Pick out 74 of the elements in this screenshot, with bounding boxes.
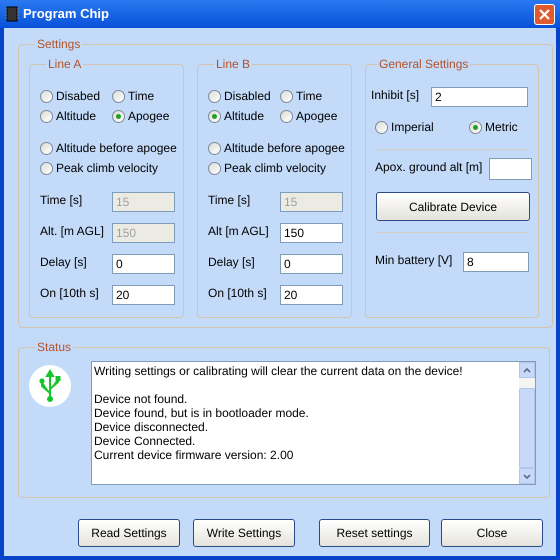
usb-icon <box>29 365 71 407</box>
radio-button[interactable] <box>112 90 125 102</box>
radio-label: Apogee <box>296 108 338 125</box>
text-field[interactable]: 2 <box>431 87 528 107</box>
radio-button[interactable] <box>208 142 221 154</box>
dialog-button[interactable]: Read Settings <box>78 519 180 547</box>
field-label: Alt. [m AGL] <box>40 223 106 240</box>
field-label: Inhibit [s] <box>371 87 420 104</box>
field-label: Delay [s] <box>40 254 88 271</box>
text-field[interactable]: 0 <box>280 254 343 274</box>
radio-label: Time <box>296 88 322 105</box>
close-icon <box>539 8 550 20</box>
radio-label: Metric <box>485 119 518 136</box>
text-field[interactable]: 20 <box>112 285 175 305</box>
group-title: General Settings <box>378 57 470 71</box>
text-field[interactable]: 20 <box>280 285 343 305</box>
radio-label: Altitude <box>224 108 264 125</box>
field-label: Time [s] <box>208 192 252 209</box>
text-field[interactable] <box>489 158 532 180</box>
dialog-button[interactable]: Reset settings <box>319 519 430 547</box>
radio-label: Disabled <box>224 88 271 105</box>
caret-up-icon <box>523 368 531 372</box>
radio-button[interactable] <box>40 162 53 174</box>
scroll-up-button[interactable] <box>519 362 535 378</box>
field-label: On [10th s] <box>40 285 100 302</box>
scrollbar[interactable] <box>519 362 535 484</box>
calibrate-button[interactable]: Calibrate Device <box>376 192 530 221</box>
radio-label: Altitude <box>56 108 96 125</box>
radio-button[interactable] <box>40 142 53 154</box>
window-title: Program Chip <box>23 5 110 24</box>
dialog-button[interactable]: Write Settings <box>193 519 295 547</box>
radio-button[interactable] <box>280 110 293 122</box>
radio-button[interactable] <box>40 110 53 122</box>
caret-down-icon <box>523 474 531 478</box>
radio-button[interactable] <box>112 110 125 122</box>
log-line: Device Connected. <box>94 434 196 448</box>
radio-label: Peak climb velocity <box>224 160 326 177</box>
text-field[interactable]: 150 <box>280 223 343 243</box>
field-label: Alt [m AGL] <box>208 223 270 240</box>
radio-label: Time <box>128 88 154 105</box>
scroll-thumb[interactable] <box>519 388 535 468</box>
radio-label: Imperial <box>391 119 434 136</box>
radio-label: Disabed <box>56 88 100 105</box>
radio-label: Altitude before apogee <box>56 140 177 157</box>
group-title: Status <box>36 340 72 354</box>
log-line: Device not found. <box>94 392 188 406</box>
log-line: Current device firmware version: 2.00 <box>94 448 294 462</box>
field-label: On [10th s] <box>208 285 268 302</box>
radio-label: Peak climb velocity <box>56 160 158 177</box>
radio-button[interactable] <box>208 90 221 102</box>
radio-label: Altitude before apogee <box>224 140 345 157</box>
field-label: Delay [s] <box>208 254 256 271</box>
radio-button[interactable] <box>375 120 388 134</box>
radio-button[interactable] <box>208 110 221 122</box>
radio-button[interactable] <box>469 120 482 134</box>
field-label: Time [s] <box>40 192 84 209</box>
field-label: Apox. ground alt [m] <box>375 159 484 176</box>
group-title: Line B <box>215 57 252 71</box>
radio-label: Apogee <box>128 108 170 125</box>
group-title: Settings <box>36 37 82 51</box>
log-line: Writing settings or calibrating will clear the current data on the device! <box>94 364 464 378</box>
dialog-button[interactable]: Close <box>441 519 543 547</box>
radio-button[interactable] <box>208 162 221 174</box>
log-line: Device found, but is in bootloader mode. <box>94 406 310 420</box>
log-line: Device disconnected. <box>94 420 210 434</box>
field-label: Min battery [V] <box>375 252 454 269</box>
radio-button[interactable] <box>280 90 293 102</box>
scroll-down-button[interactable] <box>519 468 535 484</box>
chip-icon <box>5 6 19 22</box>
group-title: Line A <box>47 57 82 71</box>
text-field[interactable]: 0 <box>112 254 175 274</box>
radio-button[interactable] <box>40 90 53 102</box>
close-button[interactable] <box>534 4 555 24</box>
text-field[interactable]: 8 <box>463 252 529 272</box>
